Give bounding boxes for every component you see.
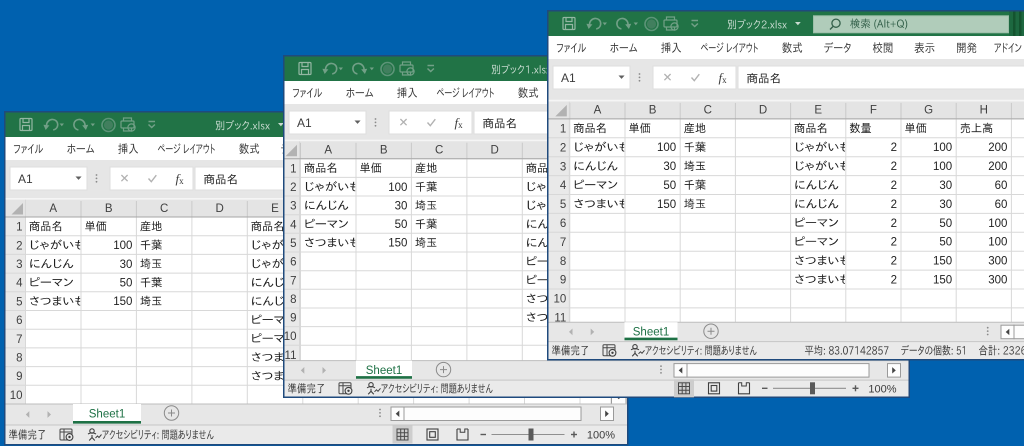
svg-text:1: 1 xyxy=(16,221,22,233)
svg-text:100: 100 xyxy=(988,217,1007,229)
svg-text:100%: 100% xyxy=(868,383,896,395)
svg-text:B: B xyxy=(104,202,112,214)
svg-text:E: E xyxy=(271,202,279,214)
svg-text:6: 6 xyxy=(560,218,566,230)
svg-text:7: 7 xyxy=(16,333,22,345)
svg-text:1: 1 xyxy=(290,163,296,175)
svg-text:200: 200 xyxy=(988,161,1007,173)
svg-text:5: 5 xyxy=(290,238,296,250)
svg-text:A: A xyxy=(49,202,57,214)
svg-text:B: B xyxy=(379,145,387,157)
svg-text:5: 5 xyxy=(560,199,566,211)
svg-text:50: 50 xyxy=(394,219,407,231)
svg-text:100: 100 xyxy=(988,236,1007,248)
svg-text:30: 30 xyxy=(663,161,676,173)
svg-text:8: 8 xyxy=(290,294,296,306)
svg-text:2: 2 xyxy=(891,142,897,154)
svg-text:D: D xyxy=(490,145,498,157)
svg-text:A1: A1 xyxy=(297,116,312,130)
svg-text:2: 2 xyxy=(891,180,897,192)
svg-text:B: B xyxy=(649,104,657,116)
svg-text:2: 2 xyxy=(560,142,566,154)
svg-text:2: 2 xyxy=(891,236,897,248)
svg-text:Sheet1: Sheet1 xyxy=(365,365,401,377)
svg-text:8: 8 xyxy=(16,352,22,364)
svg-text:Sheet1: Sheet1 xyxy=(633,326,669,338)
svg-text:G: G xyxy=(924,104,933,116)
svg-text:9: 9 xyxy=(560,274,566,286)
svg-text:60: 60 xyxy=(995,180,1008,192)
svg-text:150: 150 xyxy=(933,255,952,267)
svg-text:100: 100 xyxy=(657,142,676,154)
svg-text:10: 10 xyxy=(554,293,567,305)
svg-text:3: 3 xyxy=(16,259,22,271)
svg-text:E: E xyxy=(814,104,822,116)
svg-text:Sheet1: Sheet1 xyxy=(88,408,124,420)
svg-text:C: C xyxy=(704,104,712,116)
svg-text:150: 150 xyxy=(657,198,676,210)
svg-text:10: 10 xyxy=(283,331,296,343)
svg-text:F: F xyxy=(870,104,877,116)
svg-text:9: 9 xyxy=(290,313,296,325)
svg-text:C: C xyxy=(434,145,442,157)
svg-text:150: 150 xyxy=(113,296,132,308)
svg-text:1: 1 xyxy=(560,123,566,135)
svg-text:9: 9 xyxy=(16,371,22,383)
svg-text:50: 50 xyxy=(939,217,952,229)
svg-text:6: 6 xyxy=(16,315,22,327)
svg-text:30: 30 xyxy=(939,198,952,210)
svg-text:H: H xyxy=(980,104,988,116)
svg-text:50: 50 xyxy=(663,180,676,192)
svg-text:7: 7 xyxy=(290,275,296,287)
svg-text:D: D xyxy=(215,202,223,214)
svg-text:100: 100 xyxy=(388,182,407,194)
svg-text:D: D xyxy=(759,104,767,116)
svg-text:150: 150 xyxy=(388,238,407,250)
svg-text:4: 4 xyxy=(290,219,297,231)
svg-text:30: 30 xyxy=(394,200,407,212)
svg-text:100: 100 xyxy=(933,142,952,154)
svg-text:4: 4 xyxy=(560,180,567,192)
svg-text:8: 8 xyxy=(560,255,566,267)
svg-text:2: 2 xyxy=(891,161,897,173)
svg-text:C: C xyxy=(159,202,167,214)
svg-text:300: 300 xyxy=(988,255,1007,267)
svg-text:2: 2 xyxy=(16,240,22,252)
svg-text:60: 60 xyxy=(995,198,1008,210)
svg-text:7: 7 xyxy=(560,236,566,248)
svg-text:150: 150 xyxy=(933,274,952,286)
svg-text:A1: A1 xyxy=(561,71,576,85)
svg-text:2: 2 xyxy=(290,182,296,194)
svg-text:30: 30 xyxy=(939,180,952,192)
svg-text:A: A xyxy=(594,104,602,116)
svg-text:3: 3 xyxy=(560,161,566,173)
svg-text:2: 2 xyxy=(891,198,897,210)
svg-text:200: 200 xyxy=(988,142,1007,154)
svg-text:30: 30 xyxy=(119,258,132,270)
svg-text:2: 2 xyxy=(891,255,897,267)
svg-text:A1: A1 xyxy=(18,172,33,186)
svg-text:300: 300 xyxy=(988,274,1007,286)
svg-text:4: 4 xyxy=(16,277,23,289)
svg-text:100: 100 xyxy=(113,240,132,252)
svg-text:2: 2 xyxy=(891,217,897,229)
svg-text:6: 6 xyxy=(290,257,296,269)
svg-text:100%: 100% xyxy=(586,429,614,441)
svg-text:A: A xyxy=(324,145,332,157)
svg-text:3: 3 xyxy=(290,201,296,213)
svg-text:10: 10 xyxy=(9,389,22,401)
svg-text:100: 100 xyxy=(933,161,952,173)
svg-text:50: 50 xyxy=(119,277,132,289)
svg-text:50: 50 xyxy=(939,236,952,248)
svg-text:2: 2 xyxy=(891,274,897,286)
svg-text:5: 5 xyxy=(16,296,22,308)
